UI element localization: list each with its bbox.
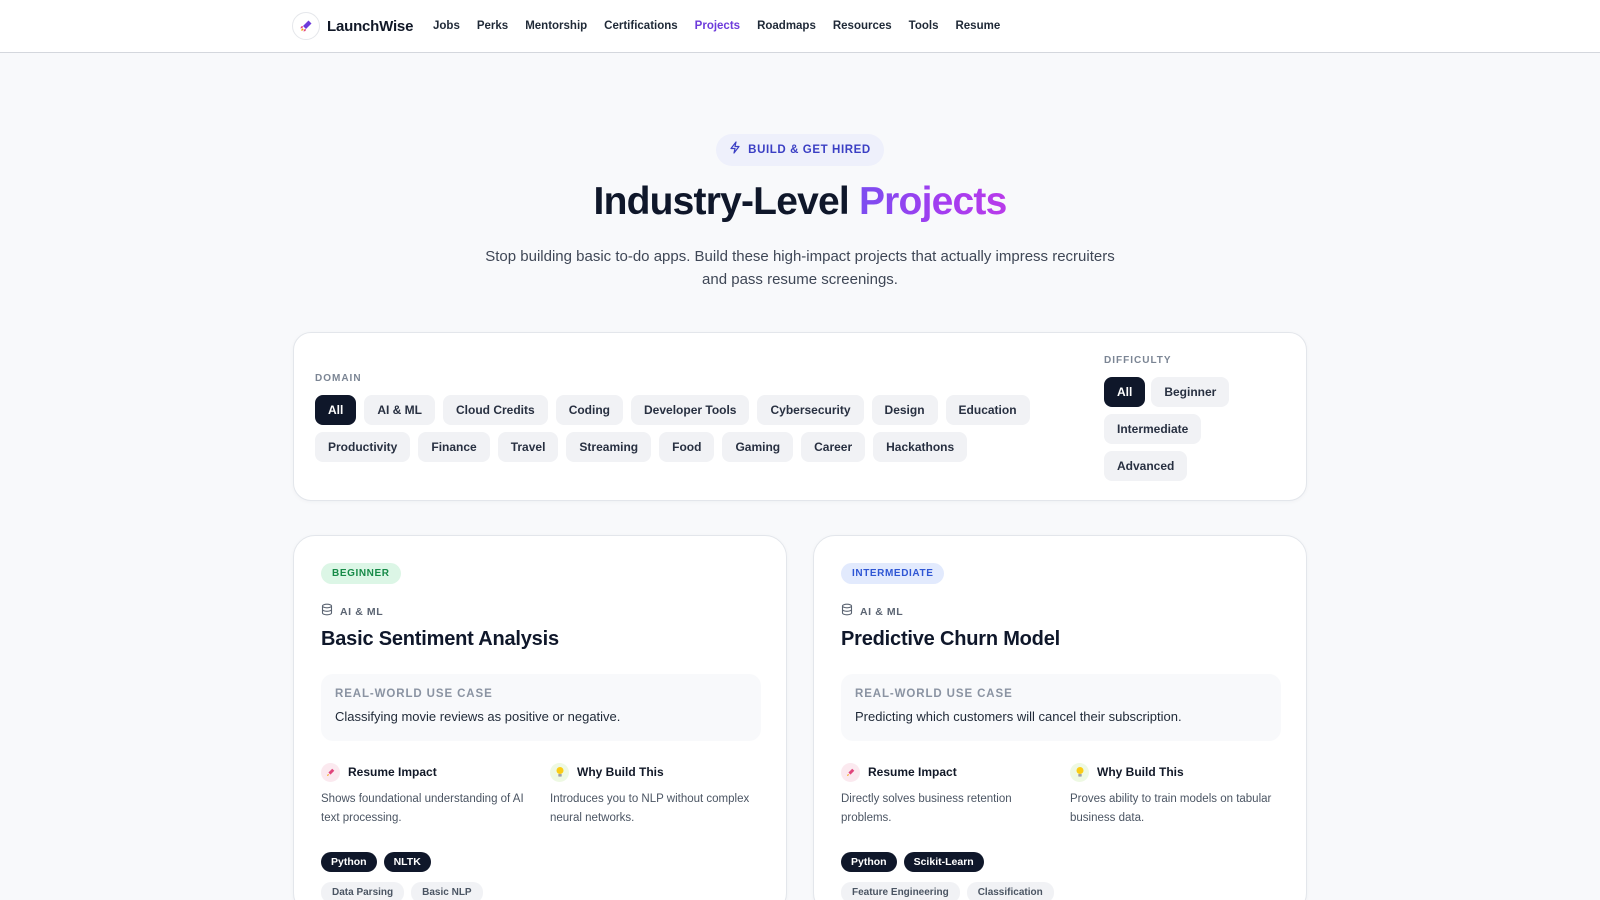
skill-tag: Basic NLP bbox=[411, 882, 483, 900]
nav-link-resources[interactable]: Resources bbox=[833, 20, 892, 32]
difficulty-filter-chips: All Beginner Intermediate Advanced bbox=[1104, 377, 1264, 488]
brand-name: LaunchWise bbox=[327, 17, 414, 35]
skill-tag: Data Parsing bbox=[321, 882, 405, 900]
difficulty-chip-intermediate[interactable]: Intermediate bbox=[1104, 414, 1202, 444]
domain-chip-cloud-credits[interactable]: Cloud Credits bbox=[443, 395, 548, 425]
difficulty-badge: BEGINNER bbox=[321, 563, 401, 584]
domain-chip-cybersecurity[interactable]: Cybersecurity bbox=[757, 395, 864, 425]
rocket-icon bbox=[321, 762, 340, 782]
domain-chip-streaming[interactable]: Streaming bbox=[566, 432, 652, 462]
tech-stack: Python Scikit-Learn bbox=[841, 852, 991, 872]
project-card[interactable]: BEGINNER AI & ML Basic Sentiment Analysis R… bbox=[293, 535, 787, 900]
nav-link-tools[interactable]: Tools bbox=[909, 20, 939, 32]
difficulty-chip-advanced[interactable]: Advanced bbox=[1104, 451, 1188, 481]
why-build-title: Why Build This bbox=[577, 765, 664, 779]
page-title-main: Industry-Level bbox=[593, 180, 850, 223]
domain-filter-label: DOMAIN bbox=[315, 373, 362, 384]
resume-impact-header: Resume Impact bbox=[841, 762, 1049, 782]
why-build-section: Why Build This Introduces you to NLP with… bbox=[550, 762, 758, 828]
domain-chip-design[interactable]: Design bbox=[871, 395, 938, 425]
rocket-icon bbox=[292, 12, 320, 40]
why-build-header: Why Build This bbox=[1070, 762, 1278, 782]
tech-tag: Scikit-Learn bbox=[903, 852, 984, 872]
project-domain: AI & ML bbox=[841, 603, 903, 621]
project-title[interactable]: Basic Sentiment Analysis bbox=[321, 628, 559, 651]
nav-link-certifications[interactable]: Certifications bbox=[604, 20, 678, 32]
resume-impact-title: Resume Impact bbox=[348, 765, 437, 779]
domain-chip-productivity[interactable]: Productivity bbox=[315, 432, 411, 462]
domain-chip-developer-tools[interactable]: Developer Tools bbox=[631, 395, 750, 425]
skill-tag: Classification bbox=[966, 882, 1054, 900]
skill-tags: Feature Engineering Classification bbox=[841, 882, 1061, 900]
eyebrow-badge: BUILD & GET HIRED bbox=[716, 134, 884, 166]
domain-chip-food[interactable]: Food bbox=[659, 432, 715, 462]
nav-link-perks[interactable]: Perks bbox=[477, 20, 508, 32]
database-icon bbox=[841, 603, 853, 621]
eyebrow-text: BUILD & GET HIRED bbox=[748, 144, 871, 156]
resume-impact-header: Resume Impact bbox=[321, 762, 529, 782]
use-case-label: REAL-WORLD USE CASE bbox=[335, 688, 493, 700]
use-case-box: REAL-WORLD USE CASE Classifying movie rev… bbox=[321, 674, 761, 741]
why-build-text: Proves ability to train models on tabula… bbox=[1070, 793, 1272, 824]
domain-chip-coding[interactable]: Coding bbox=[555, 395, 624, 425]
use-case-box: REAL-WORLD USE CASE Predicting which cust… bbox=[841, 674, 1281, 741]
why-build-title: Why Build This bbox=[1097, 765, 1184, 779]
filter-panel: DOMAIN All AI & ML Cloud Credits Coding Deve… bbox=[293, 332, 1307, 501]
why-build-header: Why Build This bbox=[550, 762, 758, 782]
project-domain-label: AI & ML bbox=[860, 606, 904, 618]
nav-link-jobs[interactable]: Jobs bbox=[433, 20, 460, 32]
project-domain-label: AI & ML bbox=[340, 606, 384, 618]
brand-logo-link[interactable]: LaunchWise bbox=[292, 12, 413, 40]
difficulty-filter-label: DIFFICULTY bbox=[1104, 355, 1172, 366]
why-build-text: Introduces you to NLP without complex ne… bbox=[550, 793, 750, 824]
difficulty-chip-all[interactable]: All bbox=[1104, 377, 1146, 407]
domain-chip-hackathons[interactable]: Hackathons bbox=[873, 432, 968, 462]
page-subtitle: Stop building basic to-do apps. Build th… bbox=[485, 248, 1115, 288]
skill-tags: Data Parsing Basic NLP bbox=[321, 882, 490, 900]
domain-filter-chips: All AI & ML Cloud Credits Coding Developer T… bbox=[315, 395, 1045, 469]
domain-chip-career[interactable]: Career bbox=[801, 432, 866, 462]
nav-link-roadmaps[interactable]: Roadmaps bbox=[757, 20, 816, 32]
use-case-text: Classifying movie reviews as positive or… bbox=[335, 709, 621, 724]
difficulty-badge: INTERMEDIATE bbox=[841, 563, 945, 584]
resume-impact-section: Resume Impact Directly solves business re… bbox=[841, 762, 1049, 828]
tech-tag: Python bbox=[841, 852, 897, 872]
tech-tag: Python bbox=[321, 852, 377, 872]
lightbulb-icon bbox=[1070, 762, 1089, 782]
main-nav: Jobs Perks Mentorship Certifications Project… bbox=[433, 0, 1017, 52]
page-title: Industry-Level Projects bbox=[0, 180, 1600, 224]
why-build-section: Why Build This Proves ability to train mo… bbox=[1070, 762, 1278, 828]
project-domain: AI & ML bbox=[321, 603, 383, 621]
skill-tag: Feature Engineering bbox=[841, 882, 960, 900]
database-icon bbox=[321, 603, 333, 621]
domain-chip-ai-and-ml[interactable]: AI & ML bbox=[364, 395, 436, 425]
use-case-label: REAL-WORLD USE CASE bbox=[855, 688, 1013, 700]
resume-impact-section: Resume Impact Shows foundational understa… bbox=[321, 762, 529, 828]
top-navbar: LaunchWise Jobs Perks Mentorship Certificat… bbox=[0, 0, 1600, 53]
tech-tag: NLTK bbox=[383, 852, 431, 872]
difficulty-chip-beginner[interactable]: Beginner bbox=[1151, 377, 1230, 407]
domain-chip-education[interactable]: Education bbox=[945, 395, 1030, 425]
domain-chip-travel[interactable]: Travel bbox=[497, 432, 559, 462]
tech-stack: Python NLTK bbox=[321, 852, 438, 872]
use-case-text: Predicting which customers will cancel t… bbox=[855, 709, 1182, 724]
lightbulb-icon bbox=[550, 762, 569, 782]
domain-chip-all[interactable]: All bbox=[315, 395, 357, 425]
page-title-highlight: Projects bbox=[858, 180, 1007, 223]
resume-impact-text: Directly solves business retention probl… bbox=[841, 793, 1012, 824]
nav-link-projects[interactable]: Projects bbox=[695, 20, 740, 32]
nav-link-mentorship[interactable]: Mentorship bbox=[525, 20, 587, 32]
nav-link-resume[interactable]: Resume bbox=[955, 20, 1000, 32]
resume-impact-title: Resume Impact bbox=[868, 765, 957, 779]
lightning-icon bbox=[729, 141, 741, 159]
project-card[interactable]: INTERMEDIATE AI & ML Predictive Churn Mode… bbox=[813, 535, 1307, 900]
rocket-icon bbox=[841, 762, 860, 782]
resume-impact-text: Shows foundational understanding of AI t… bbox=[321, 793, 524, 824]
project-title[interactable]: Predictive Churn Model bbox=[841, 628, 1060, 651]
domain-chip-finance[interactable]: Finance bbox=[418, 432, 490, 462]
domain-chip-gaming[interactable]: Gaming bbox=[722, 432, 794, 462]
